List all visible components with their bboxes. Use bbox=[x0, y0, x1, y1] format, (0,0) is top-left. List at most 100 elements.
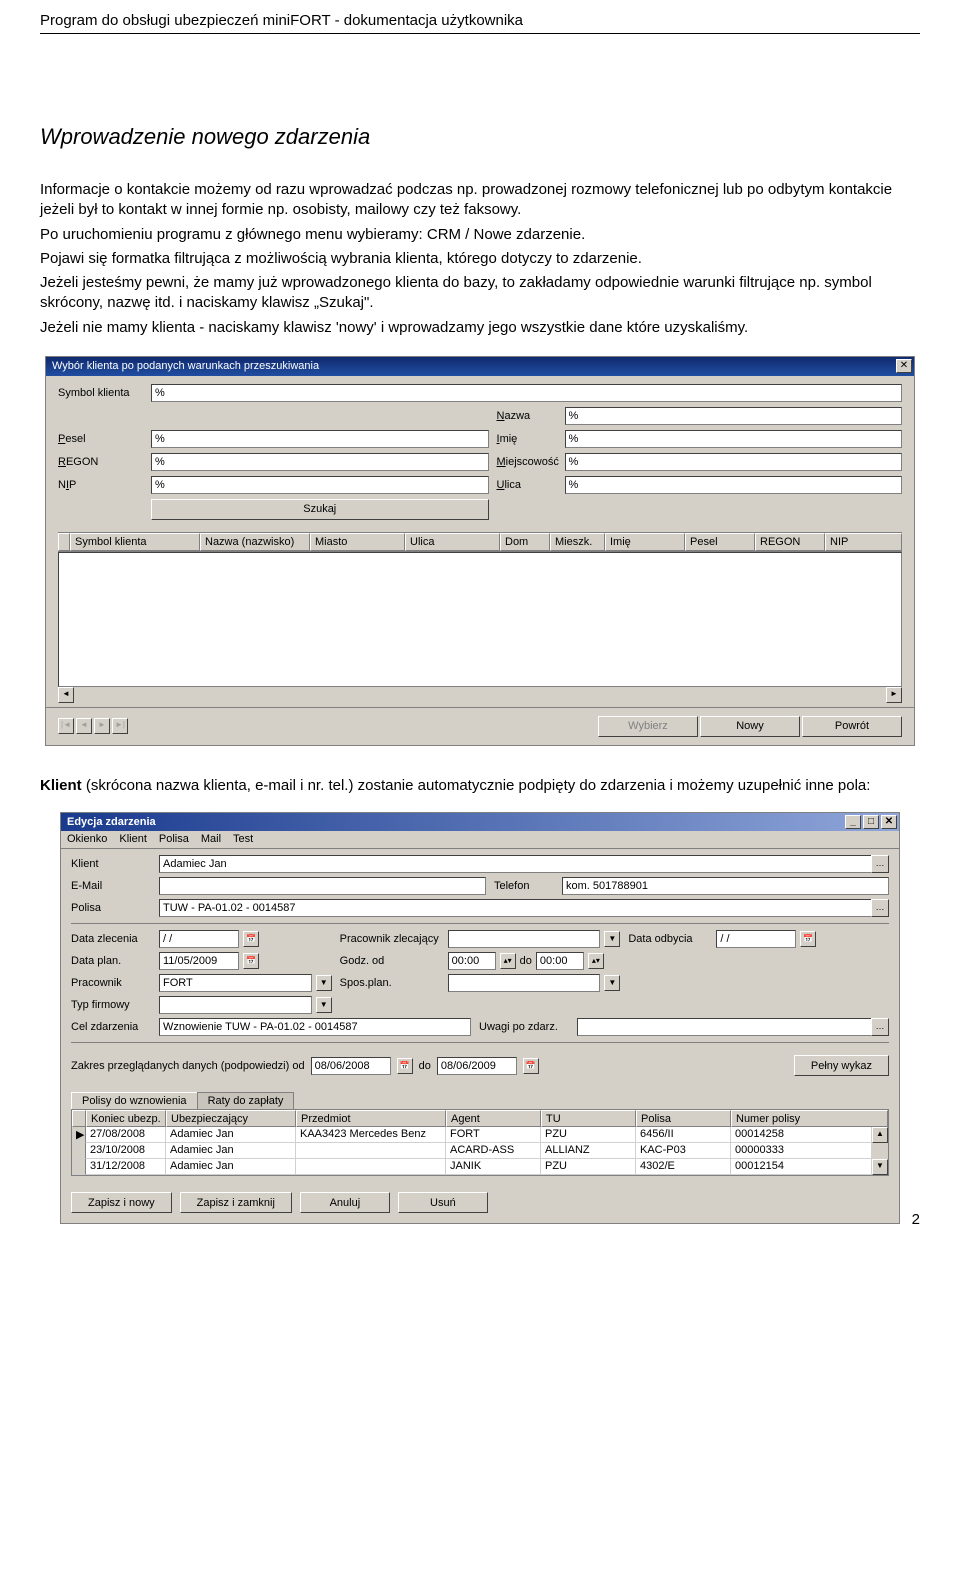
menu-test[interactable]: Test bbox=[233, 833, 253, 845]
h-scrollbar[interactable]: ◄ ► bbox=[58, 687, 902, 703]
col-agent[interactable]: Agent bbox=[446, 1110, 541, 1127]
nazwa-input[interactable] bbox=[565, 407, 903, 425]
col-pesel[interactable]: Pesel bbox=[685, 533, 755, 551]
col-numer[interactable]: Numer polisy bbox=[731, 1110, 888, 1127]
menu-klient[interactable]: Klient bbox=[119, 833, 147, 845]
scroll-right-icon[interactable]: ► bbox=[886, 687, 902, 703]
regon-input[interactable] bbox=[151, 453, 489, 471]
range-to-input[interactable] bbox=[437, 1057, 517, 1075]
dropdown-icon[interactable]: ▼ bbox=[316, 997, 332, 1013]
imie-input[interactable] bbox=[565, 430, 903, 448]
pelny-button[interactable]: Pełny wykaz bbox=[794, 1055, 889, 1076]
col-miasto[interactable]: Miasto bbox=[310, 533, 405, 551]
prac-zlec-input[interactable] bbox=[448, 930, 601, 948]
data-odb-input[interactable] bbox=[716, 930, 796, 948]
spos-input[interactable] bbox=[448, 974, 601, 992]
body-para-5: Jeżeli nie mamy klienta - naciskamy klaw… bbox=[40, 318, 920, 338]
ulica-input[interactable] bbox=[565, 476, 903, 494]
telefon-input[interactable] bbox=[562, 877, 889, 895]
email-input[interactable] bbox=[159, 877, 486, 895]
menu-mail[interactable]: Mail bbox=[201, 833, 221, 845]
prev-icon[interactable]: ◄ bbox=[76, 718, 92, 734]
maximize-icon[interactable]: □ bbox=[863, 815, 879, 829]
klient-input[interactable] bbox=[159, 855, 871, 873]
client-table-body[interactable] bbox=[58, 552, 902, 687]
cel-label: Cel zdarzenia bbox=[71, 1021, 151, 1033]
do-label: do bbox=[419, 1060, 431, 1072]
dropdown-icon[interactable]: ▼ bbox=[316, 975, 332, 991]
record-nav: |◄ ◄ ► ►| bbox=[58, 718, 128, 734]
lookup-icon[interactable]: … bbox=[871, 1018, 889, 1036]
lookup-icon[interactable]: … bbox=[871, 855, 889, 873]
powrot-button[interactable]: Powrót bbox=[802, 716, 902, 737]
menu-polisa[interactable]: Polisa bbox=[159, 833, 189, 845]
col-nip[interactable]: NIP bbox=[825, 533, 902, 551]
body-para-4: Jeżeli jesteśmy pewni, że mamy już wprow… bbox=[40, 273, 920, 314]
pesel-input[interactable] bbox=[151, 430, 489, 448]
calendar-icon[interactable]: 📅 bbox=[243, 953, 259, 969]
calendar-icon[interactable]: 📅 bbox=[243, 931, 259, 947]
godz-od-input[interactable] bbox=[448, 952, 496, 970]
v-scrollbar[interactable]: ▲ ▼ bbox=[872, 1127, 888, 1175]
godz-label: Godz. od bbox=[340, 955, 440, 967]
scroll-up-icon[interactable]: ▲ bbox=[872, 1127, 888, 1143]
range-from-input[interactable] bbox=[311, 1057, 391, 1075]
calendar-icon[interactable]: 📅 bbox=[397, 1058, 413, 1074]
policy-table: Koniec ubezp. Ubezpieczający Przedmiot A… bbox=[71, 1109, 889, 1176]
calendar-icon[interactable]: 📅 bbox=[523, 1058, 539, 1074]
col-ubezp[interactable]: Ubezpieczający bbox=[166, 1110, 296, 1127]
scroll-left-icon[interactable]: ◄ bbox=[58, 687, 74, 703]
spinner-icon[interactable]: ▴▾ bbox=[588, 953, 604, 969]
godz-do-input[interactable] bbox=[536, 952, 584, 970]
tab-polisy[interactable]: Polisy do wznowienia bbox=[71, 1092, 198, 1109]
body-para-after: Klient (skrócona nazwa klienta, e-mail i… bbox=[40, 776, 920, 796]
cel-input[interactable] bbox=[159, 1018, 471, 1036]
col-imie[interactable]: Imię bbox=[605, 533, 685, 551]
data-plan-input[interactable] bbox=[159, 952, 239, 970]
col-przedmiot[interactable]: Przedmiot bbox=[296, 1110, 446, 1127]
next-icon[interactable]: ► bbox=[94, 718, 110, 734]
scroll-down-icon[interactable]: ▼ bbox=[872, 1159, 888, 1175]
miejsc-input[interactable] bbox=[565, 453, 903, 471]
prac-input[interactable] bbox=[159, 974, 312, 992]
dropdown-icon[interactable]: ▼ bbox=[604, 931, 620, 947]
uwagi-input[interactable] bbox=[577, 1018, 871, 1036]
tab-raty[interactable]: Raty do zapłaty bbox=[197, 1092, 295, 1109]
col-ulica[interactable]: Ulica bbox=[405, 533, 500, 551]
search-button[interactable]: Szukaj bbox=[151, 499, 489, 520]
col-koniec[interactable]: Koniec ubezp. bbox=[86, 1110, 166, 1127]
col-tu[interactable]: TU bbox=[541, 1110, 636, 1127]
symbol-input[interactable] bbox=[151, 384, 902, 402]
close-icon[interactable]: ✕ bbox=[896, 359, 912, 373]
data-zlec-input[interactable] bbox=[159, 930, 239, 948]
delete-button[interactable]: Usuń bbox=[398, 1192, 488, 1213]
col-symbol[interactable]: Symbol klienta bbox=[70, 533, 200, 551]
col-mieszk[interactable]: Mieszk. bbox=[550, 533, 605, 551]
nowy-button[interactable]: Nowy bbox=[700, 716, 800, 737]
save-new-button[interactable]: Zapisz i nowy bbox=[71, 1192, 172, 1213]
dropdown-icon[interactable]: ▼ bbox=[604, 975, 620, 991]
table-row[interactable]: 23/10/2008Adamiec JanACARD-ASSALLIANZKAC… bbox=[72, 1143, 872, 1159]
table-row[interactable]: 31/12/2008Adamiec JanJANIKPZU4302/E00012… bbox=[72, 1159, 872, 1175]
col-regon[interactable]: REGON bbox=[755, 533, 825, 551]
save-close-button[interactable]: Zapisz i zamknij bbox=[180, 1192, 292, 1213]
first-icon[interactable]: |◄ bbox=[58, 718, 74, 734]
cancel-button[interactable]: Anuluj bbox=[300, 1192, 390, 1213]
col-nazwa[interactable]: Nazwa (nazwisko) bbox=[200, 533, 310, 551]
dialog-title: Wybór klienta po podanych warunkach prze… bbox=[52, 360, 319, 372]
col-dom[interactable]: Dom bbox=[500, 533, 550, 551]
menu-okienko[interactable]: Okienko bbox=[67, 833, 107, 845]
spinner-icon[interactable]: ▴▾ bbox=[500, 953, 516, 969]
minimize-icon[interactable]: _ bbox=[845, 815, 861, 829]
wybierz-button[interactable]: Wybierz bbox=[598, 716, 698, 737]
calendar-icon[interactable]: 📅 bbox=[800, 931, 816, 947]
close-icon[interactable]: ✕ bbox=[881, 815, 897, 829]
last-icon[interactable]: ►| bbox=[112, 718, 128, 734]
nip-input[interactable] bbox=[151, 476, 489, 494]
polisa-input[interactable] bbox=[159, 899, 871, 917]
lookup-icon[interactable]: … bbox=[871, 899, 889, 917]
typ-input[interactable] bbox=[159, 996, 312, 1014]
col-polisa[interactable]: Polisa bbox=[636, 1110, 731, 1127]
spos-label: Spos.plan. bbox=[340, 977, 440, 989]
table-row[interactable]: ▶27/08/2008Adamiec JanKAA3423 Mercedes B… bbox=[72, 1127, 872, 1143]
